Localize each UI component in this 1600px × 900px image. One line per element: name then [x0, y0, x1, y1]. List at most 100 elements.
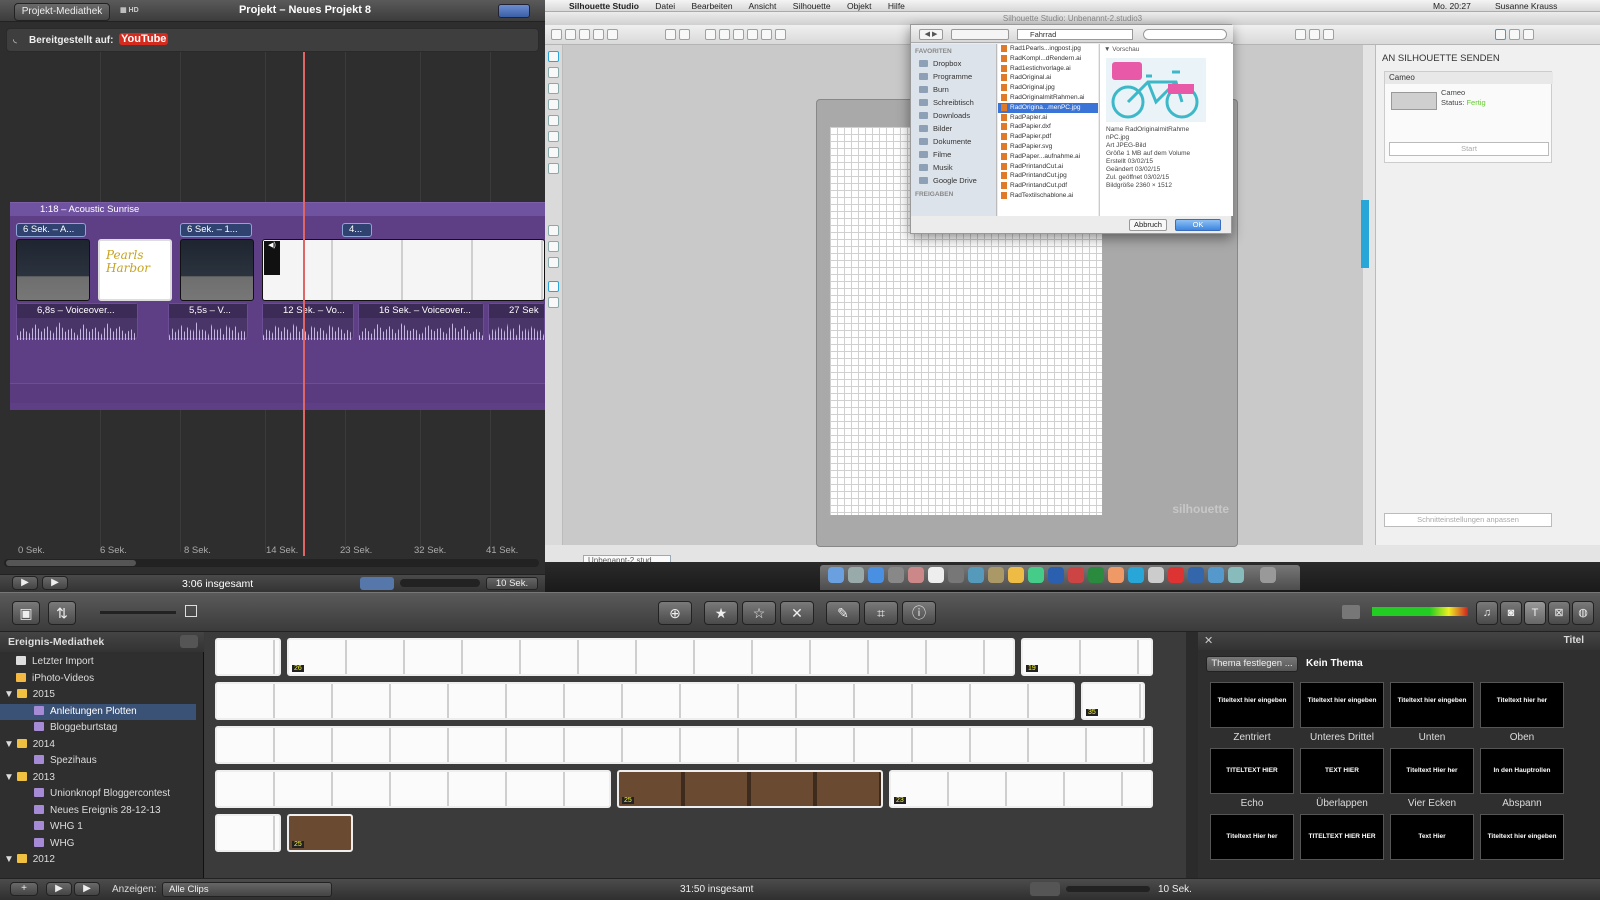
reject-icon[interactable]: ✕ — [780, 601, 814, 625]
fullscreen-play-icon[interactable]: ▶ — [12, 576, 38, 590]
filmstrip-video[interactable]: 25 — [287, 814, 353, 852]
photo-browser-icon[interactable]: ◙ — [1500, 601, 1522, 625]
clip-tag[interactable]: 4... — [342, 223, 372, 237]
sidebar-item-musik[interactable]: Musik — [911, 161, 996, 174]
title-style-thumbnail[interactable]: TITELTEXT HIER HER — [1300, 814, 1384, 860]
grid-icon[interactable] — [775, 29, 786, 40]
clip-browser-scrollbar[interactable] — [1186, 632, 1198, 878]
sidebar-item-programme[interactable]: Programme — [911, 70, 996, 83]
freehand-tool-icon[interactable] — [548, 163, 559, 174]
title-style-thumbnail[interactable]: Titeltext Hier her — [1390, 748, 1474, 794]
event-year-folder[interactable]: ▼ 2014 — [0, 737, 196, 754]
finder-icon[interactable] — [828, 567, 844, 583]
info-icon[interactable]: ⓘ — [902, 601, 936, 625]
close-icon[interactable]: ✕ — [1204, 634, 1213, 647]
cut-settings-button[interactable]: Schnitteinstellungen anpassen — [1384, 513, 1552, 527]
menu-user[interactable]: Susanne Krauss — [1495, 0, 1557, 12]
select-tool-icon[interactable] — [548, 51, 559, 62]
send-panel-icon[interactable] — [1495, 29, 1506, 40]
event-item[interactable]: WHG 1 — [0, 819, 196, 836]
launchpad-icon[interactable] — [848, 567, 864, 583]
send-icon[interactable] — [593, 29, 604, 40]
menu-edit[interactable]: Bearbeiten — [691, 1, 732, 11]
voiceover-clip[interactable]: 12 Sek. – Vo... — [262, 303, 354, 340]
crop-icon[interactable]: ⌗ — [864, 601, 898, 625]
sidebar-item-filme[interactable]: Filme — [911, 148, 996, 161]
nav-back-forward-icon[interactable]: ◀ ▶ — [919, 29, 943, 40]
settings-icon[interactable] — [948, 567, 964, 583]
registration-icon[interactable] — [548, 281, 559, 292]
favorite-star-icon[interactable]: ★ — [704, 601, 738, 625]
filmstrip[interactable]: 23 — [889, 770, 1153, 808]
title-style-thumbnail[interactable]: In den Hauptrollen — [1480, 748, 1564, 794]
event-item[interactable]: Unionknopf Bloggercontest — [0, 786, 196, 803]
ellipse-tool-icon[interactable] — [548, 131, 559, 142]
file-item[interactable]: RadPapier.ai — [998, 113, 1098, 123]
file-item[interactable]: RadOriginalmitRahmen.ai — [998, 93, 1098, 103]
text-tool-icon[interactable] — [548, 225, 559, 236]
preview-icon[interactable] — [1148, 567, 1164, 583]
file-item-selected[interactable]: RadOrigina...menPC.jpg — [998, 102, 1098, 113]
downloads-stack-icon[interactable] — [1208, 567, 1224, 583]
file-item[interactable]: RadOriginal.jpg — [998, 83, 1098, 93]
disclosure-triangle-icon[interactable]: ▼ — [4, 689, 17, 700]
title-style-thumbnail[interactable]: TITELTEXT HIER — [1210, 748, 1294, 794]
folder-popup[interactable]: Fahrrad — [1017, 29, 1133, 40]
documents-stack-icon[interactable] — [1228, 567, 1244, 583]
audio-waveform-icon[interactable] — [1030, 882, 1060, 896]
file-item[interactable]: RadPrintandCut.ai — [998, 162, 1098, 172]
view-toggle-button[interactable] — [498, 4, 530, 18]
music-track[interactable]: 1:18 – Acoustic Sunrise 6 Sek. – A... 6 … — [10, 202, 545, 410]
calendar-icon[interactable] — [928, 567, 944, 583]
audio-skimming-icon[interactable] — [360, 577, 394, 590]
powerpoint-icon[interactable] — [1068, 567, 1084, 583]
title-style-thumbnail[interactable]: Text Hier — [1390, 814, 1474, 860]
fullscreen-play-icon[interactable]: ▶ — [46, 882, 72, 896]
eject-icon[interactable] — [180, 635, 198, 648]
horizontal-scrollbar[interactable] — [4, 559, 539, 567]
disclosure-triangle-icon[interactable]: ▼ — [4, 772, 17, 783]
event-year-folder[interactable]: ▼ 2012 — [0, 852, 196, 869]
filmstrip[interactable] — [215, 814, 281, 852]
word-icon[interactable] — [1048, 567, 1064, 583]
thumbnail-size-slider[interactable] — [100, 611, 176, 614]
itunes-icon[interactable] — [968, 567, 984, 583]
title-style-thumbnail[interactable]: Titeltext hier eingeben — [1480, 814, 1564, 860]
file-item[interactable]: RadPrintandCut.pdf — [998, 181, 1098, 191]
event-year-folder[interactable]: ▼ 2015 — [0, 687, 196, 704]
filmstrip[interactable] — [215, 682, 1075, 720]
print-icon[interactable] — [607, 29, 618, 40]
title-clip[interactable]: Pearls Harbor — [98, 239, 172, 301]
event-item[interactable]: Anleitungen Plotten — [0, 703, 196, 720]
add-to-project-icon[interactable]: ⊕ — [658, 601, 692, 625]
menu-app[interactable]: Silhouette Studio — [569, 1, 639, 11]
photos-icon[interactable] — [908, 567, 924, 583]
music-browser-icon[interactable]: ♫ — [1476, 601, 1498, 625]
transition-browser-icon[interactable]: ⊠ — [1548, 601, 1570, 625]
voiceover-clip[interactable]: 6,8s – Voiceover... — [16, 303, 138, 340]
sidebar-item-schreibtisch[interactable]: Schreibtisch — [911, 96, 996, 109]
scroll-thumb[interactable] — [6, 560, 136, 566]
filmstrip[interactable]: 35 — [1081, 682, 1145, 720]
view-mode-icon[interactable] — [951, 29, 1009, 40]
acrobat-icon[interactable] — [1168, 567, 1184, 583]
file-item[interactable]: RadOriginal.ai — [998, 73, 1098, 83]
voiceover-clip[interactable]: 5,5s – V... — [168, 303, 248, 340]
file-item[interactable]: RadPapier.pdf — [998, 132, 1098, 142]
file-item[interactable]: RadPrintandCut.jpg — [998, 171, 1098, 181]
pan-icon[interactable] — [705, 29, 716, 40]
filmstrip-video[interactable]: 25 — [617, 770, 883, 808]
camera-import-icon[interactable]: ▣ — [12, 601, 40, 625]
set-theme-button[interactable]: Thema festlegen ... — [1206, 656, 1298, 672]
illustrator-icon[interactable] — [1108, 567, 1124, 583]
rectangle-tool-icon[interactable] — [548, 115, 559, 126]
sidebar-item-google-drive[interactable]: Google Drive — [911, 174, 996, 187]
video-clip[interactable] — [180, 239, 254, 301]
open-icon[interactable] — [565, 29, 576, 40]
polygon-tool-icon[interactable] — [548, 99, 559, 110]
file-item[interactable]: RadPapier.dxf — [998, 122, 1098, 132]
safari-icon[interactable] — [868, 567, 884, 583]
file-item[interactable]: RadTextilschablone.ai — [998, 191, 1098, 201]
title-style-thumbnail[interactable]: Titeltext hier eingeben — [1390, 682, 1474, 728]
redo-icon[interactable] — [679, 29, 690, 40]
